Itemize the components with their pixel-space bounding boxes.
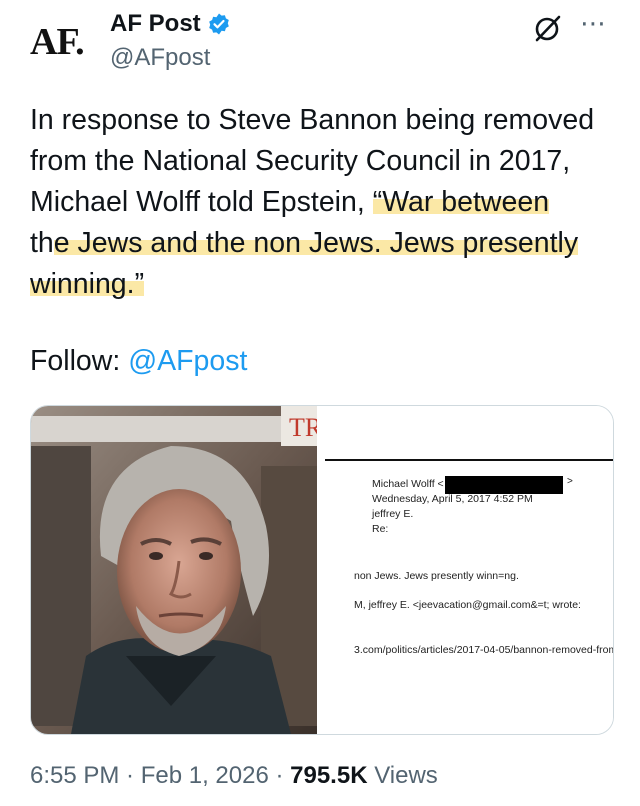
author-avatar[interactable]: AF. [30,20,94,64]
grok-icon[interactable] [533,13,563,43]
email-screenshot: Michael Wolff < > Wednesday, April 5, 20… [317,406,613,734]
follow-handle-link[interactable]: @AFpost [128,345,247,377]
author-handle[interactable]: @AFpost [110,44,210,72]
author-name[interactable]: AF Post [110,10,201,38]
tweet-line: winning.” [30,264,620,305]
views-label: Views [367,762,438,789]
follow-label: Follow: [30,345,129,377]
timestamp[interactable]: 6:55 PM · Feb 1, 2026 · [30,762,290,789]
tweet-line: In response to Steve Bannon being remove… [30,104,595,136]
highlighted-quote: “War between [372,186,550,218]
highlighted-quote: winning.” [30,268,145,300]
email-body: non Jews. Jews presently winn=ng. [354,570,519,582]
portrait-photo[interactable]: TR [31,406,317,734]
tweet-text: In response to Steve Bannon being remove… [30,100,620,305]
email-from: Michael Wolff < [372,478,444,490]
email-from-bracket: > [567,476,573,487]
tweet-text-segment: th [30,227,54,259]
email-to: jeffrey E. [372,508,414,520]
tweet-line: the Jews and the non Jews. Jews presentl… [30,223,620,264]
email-divider [325,459,613,461]
more-options-icon[interactable]: ⋯ [580,10,607,36]
tweet-media[interactable]: TR Michael Wolff < > Wednesday, April 5,… [30,405,614,735]
email-quote: M, jeffrey E. <jeevacation@gmail.com&=t;… [354,599,581,611]
email-subject: Re: [372,523,389,535]
redaction-bar [445,476,563,494]
verified-badge-icon [208,13,229,35]
email-date: Wednesday, April 5, 2017 4:52 PM [372,493,533,505]
tweet-metadata: 6:55 PM · Feb 1, 2026 · 795.5K Views [30,762,438,790]
views-count: 795.5K [290,762,368,789]
follow-line: Follow: @AFpost [30,345,247,378]
highlighted-quote: e Jews and the non Jews. Jews presently [53,227,579,259]
tweet-line: Michael Wolff told Epstein, “War between [30,182,620,223]
tweet-line: from the National Security Council in 20… [30,145,571,177]
author-name-row: AF Post [110,10,231,38]
tweet-text-segment: Michael Wolff told Epstein, [30,186,373,218]
email-url: 3.com/politics/articles/2017-04-05/banno… [354,644,614,656]
sign-text: TR [289,413,317,442]
